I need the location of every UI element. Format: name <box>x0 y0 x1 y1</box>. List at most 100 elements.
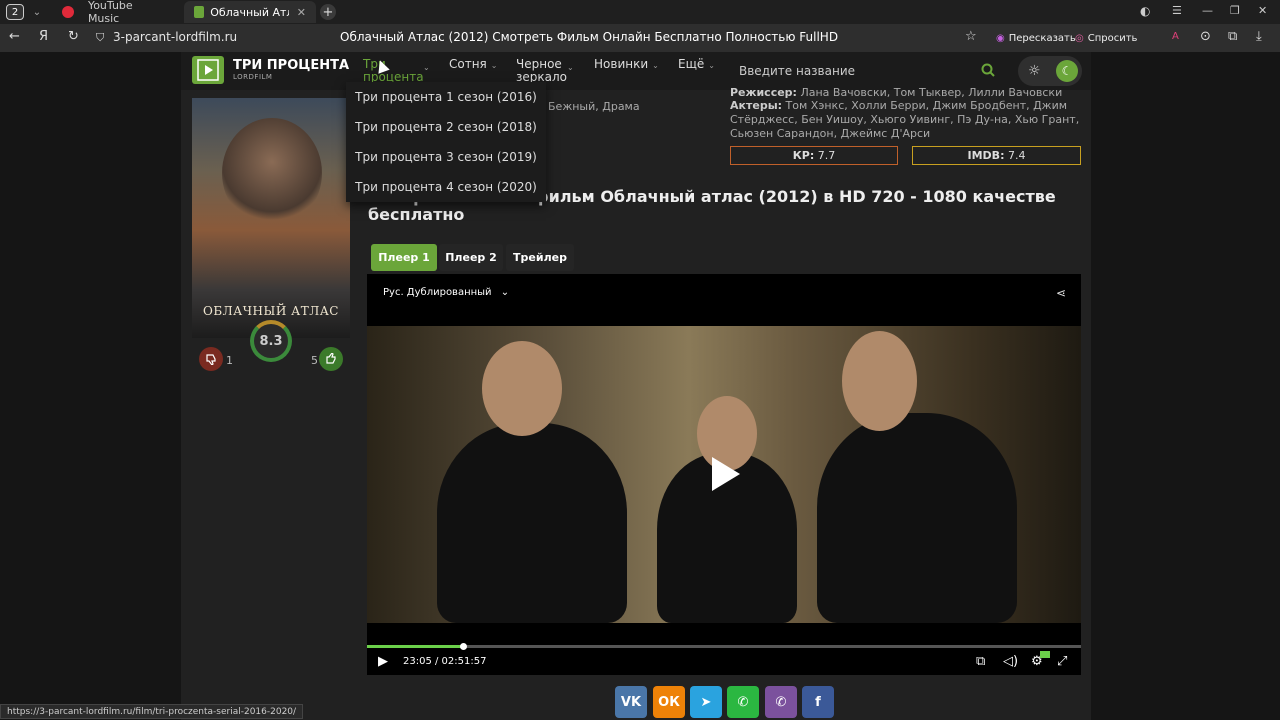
nav-eshche[interactable]: Ещё ⌄ <box>678 58 715 72</box>
status-url: https://3-parcant-lordfilm.ru/film/tri-p… <box>0 704 304 719</box>
theme-toggle[interactable]: ☼ ☾ <box>1018 56 1082 86</box>
restore-icon[interactable]: ❐ <box>1230 4 1240 17</box>
dropdown-item[interactable]: Три процента 4 сезон (2020) <box>346 172 546 202</box>
logo-title[interactable]: ТРИ ПРОЦЕНТА <box>233 58 349 73</box>
volume-icon[interactable]: ◁) <box>1003 654 1018 669</box>
moon-icon[interactable]: ☾ <box>1056 60 1078 82</box>
new-tab-button[interactable]: + <box>320 4 336 20</box>
dropdown-item[interactable]: Три процента 3 сезон (2019) <box>346 142 546 172</box>
chevron-down-icon: ⌄ <box>652 61 659 70</box>
actors-value: Том Хэнкс, Холли Берри, Джим Бродбент, Д… <box>730 99 1080 140</box>
like-button[interactable] <box>319 347 343 371</box>
time-display: 23:05 / 02:51:57 <box>403 656 487 667</box>
video-person <box>817 413 1017 623</box>
pip-icon[interactable]: ⧉ <box>976 654 985 669</box>
extensions-icon[interactable]: ⧉ <box>1228 29 1237 45</box>
rating-ring: 8.3 <box>250 320 292 362</box>
film-play-icon <box>197 59 219 81</box>
poster-art <box>222 118 322 228</box>
logo-subtitle: LORDFILM <box>233 73 273 81</box>
profile-icon[interactable]: ◐ <box>1140 4 1150 18</box>
nav-tri-procenta[interactable]: Три процента <box>363 57 424 84</box>
video-person-head <box>482 341 562 436</box>
tab-player-1[interactable]: Плеер 1 <box>371 244 437 271</box>
director-label: Режиссер: <box>730 86 797 99</box>
tab-label: Облачный Атлас (2012 <box>210 5 289 19</box>
address-bar[interactable]: 3-parcant-lordfilm.ru <box>113 30 237 44</box>
movie-poster: ОБЛАЧНЫЙ АТЛАС <box>192 98 350 338</box>
tab-trailer[interactable]: Трейлер <box>506 244 574 271</box>
progress-fill <box>367 645 464 648</box>
tab-count-badge[interactable]: 2 <box>6 4 24 20</box>
site-favicon-icon <box>194 6 205 18</box>
dub-label: Рус. Дублированный <box>383 287 492 298</box>
search-input[interactable]: Введите название <box>739 64 855 78</box>
chevron-down-icon[interactable]: ⌄ <box>30 5 44 19</box>
tab-label: YouTube Music <box>87 0 133 25</box>
kp-label: КР: <box>792 149 815 162</box>
dislike-count: 1 <box>226 354 233 367</box>
tab-youtube-music[interactable]: YouTube Music <box>52 0 177 25</box>
director-line: Режиссер: Лана Вачовски, Том Тыквер, Лил… <box>730 86 1080 100</box>
nav-label: Ещё <box>678 57 705 71</box>
telegram-share-button[interactable]: ➤ <box>690 686 722 718</box>
reload-icon[interactable]: ↻ <box>68 29 79 45</box>
translate-icon[interactable]: A <box>1172 29 1179 45</box>
yandex-icon[interactable]: Я <box>39 29 48 45</box>
nav-sotnya[interactable]: Сотня ⌄ <box>449 58 497 72</box>
dub-select[interactable]: Рус. Дублированный ⌄ <box>383 287 509 298</box>
tab-oblachny-atlas[interactable]: Облачный Атлас (2012 ✕ <box>184 1 316 23</box>
director-value: Лана Вачовски, Том Тыквер, Лилли Вачовск… <box>800 86 1063 99</box>
ask-button[interactable]: ◎ Спросить <box>1075 29 1137 47</box>
menu-icon[interactable]: ☰ <box>1172 4 1182 17</box>
bookmark-icon[interactable]: ☆ <box>965 29 977 45</box>
nav-label: Три процента <box>363 57 424 84</box>
share-icon[interactable]: ⋖ <box>1056 286 1066 300</box>
actors-line: Актеры: Том Хэнкс, Холли Берри, Джим Бро… <box>730 99 1080 141</box>
minimize-icon[interactable]: — <box>1202 4 1213 17</box>
whatsapp-share-button[interactable]: ✆ <box>727 686 759 718</box>
imdb-label: IMDB: <box>967 149 1005 162</box>
chevron-down-icon: ⌄ <box>500 287 510 298</box>
sun-icon[interactable]: ☼ <box>1028 63 1041 79</box>
ask-label: Спросить <box>1087 32 1138 44</box>
close-icon[interactable]: ✕ <box>297 6 306 19</box>
poster-title: ОБЛАЧНЫЙ АТЛАС <box>203 304 339 318</box>
kp-value: 7.7 <box>817 149 836 162</box>
youtube-music-icon <box>62 6 74 18</box>
logo-icon[interactable] <box>192 56 224 84</box>
nav-dropdown: Три процента 1 сезон (2016) Три процента… <box>346 82 546 202</box>
retell-label: Пересказать <box>1008 32 1076 44</box>
chevron-down-icon: ⌄ <box>708 61 715 70</box>
viber-share-button[interactable]: ✆ <box>765 686 797 718</box>
hd-badge <box>1040 651 1050 658</box>
close-window-icon[interactable]: ✕ <box>1258 4 1267 17</box>
nav-label: Новинки <box>594 57 649 71</box>
imdb-score: IMDB: 7.4 <box>912 146 1081 165</box>
ok-share-button[interactable]: ОК <box>653 686 685 718</box>
back-icon[interactable]: ← <box>9 29 20 45</box>
dislike-button[interactable] <box>199 347 223 371</box>
lock-icon[interactable]: ⛉ <box>96 30 104 46</box>
chevron-down-icon[interactable]: ⌄ <box>419 60 430 74</box>
dropdown-item[interactable]: Три процента 2 сезон (2018) <box>346 112 546 142</box>
thumbs-down-icon <box>206 354 216 365</box>
search-icon[interactable] <box>981 62 995 81</box>
downloads-icon[interactable]: ⤓ <box>1256 29 1262 45</box>
play-icon[interactable]: ▶ <box>378 654 388 669</box>
tab-player-2[interactable]: Плеер 2 <box>439 244 503 271</box>
nav-novinki[interactable]: Новинки ⌄ <box>594 58 659 72</box>
chevron-down-icon: ⌄ <box>490 61 498 70</box>
facebook-share-button[interactable]: f <box>802 686 834 718</box>
retell-icon: ◉ <box>996 32 1005 44</box>
play-overlay-icon[interactable] <box>712 457 740 491</box>
nav-label: Сотня <box>449 57 487 71</box>
media-icon[interactable]: ⊙ <box>1200 29 1211 45</box>
vk-share-button[interactable]: VK <box>615 686 647 718</box>
fullscreen-icon[interactable]: ⤢ <box>1057 654 1067 669</box>
progress-bar[interactable] <box>367 643 1081 650</box>
video-person <box>437 423 627 623</box>
chevron-down-icon[interactable]: ⌄ <box>563 60 574 74</box>
dropdown-item[interactable]: Три процента 1 сезон (2016) <box>346 82 546 112</box>
retell-button[interactable]: ◉ Пересказать <box>996 29 1076 47</box>
